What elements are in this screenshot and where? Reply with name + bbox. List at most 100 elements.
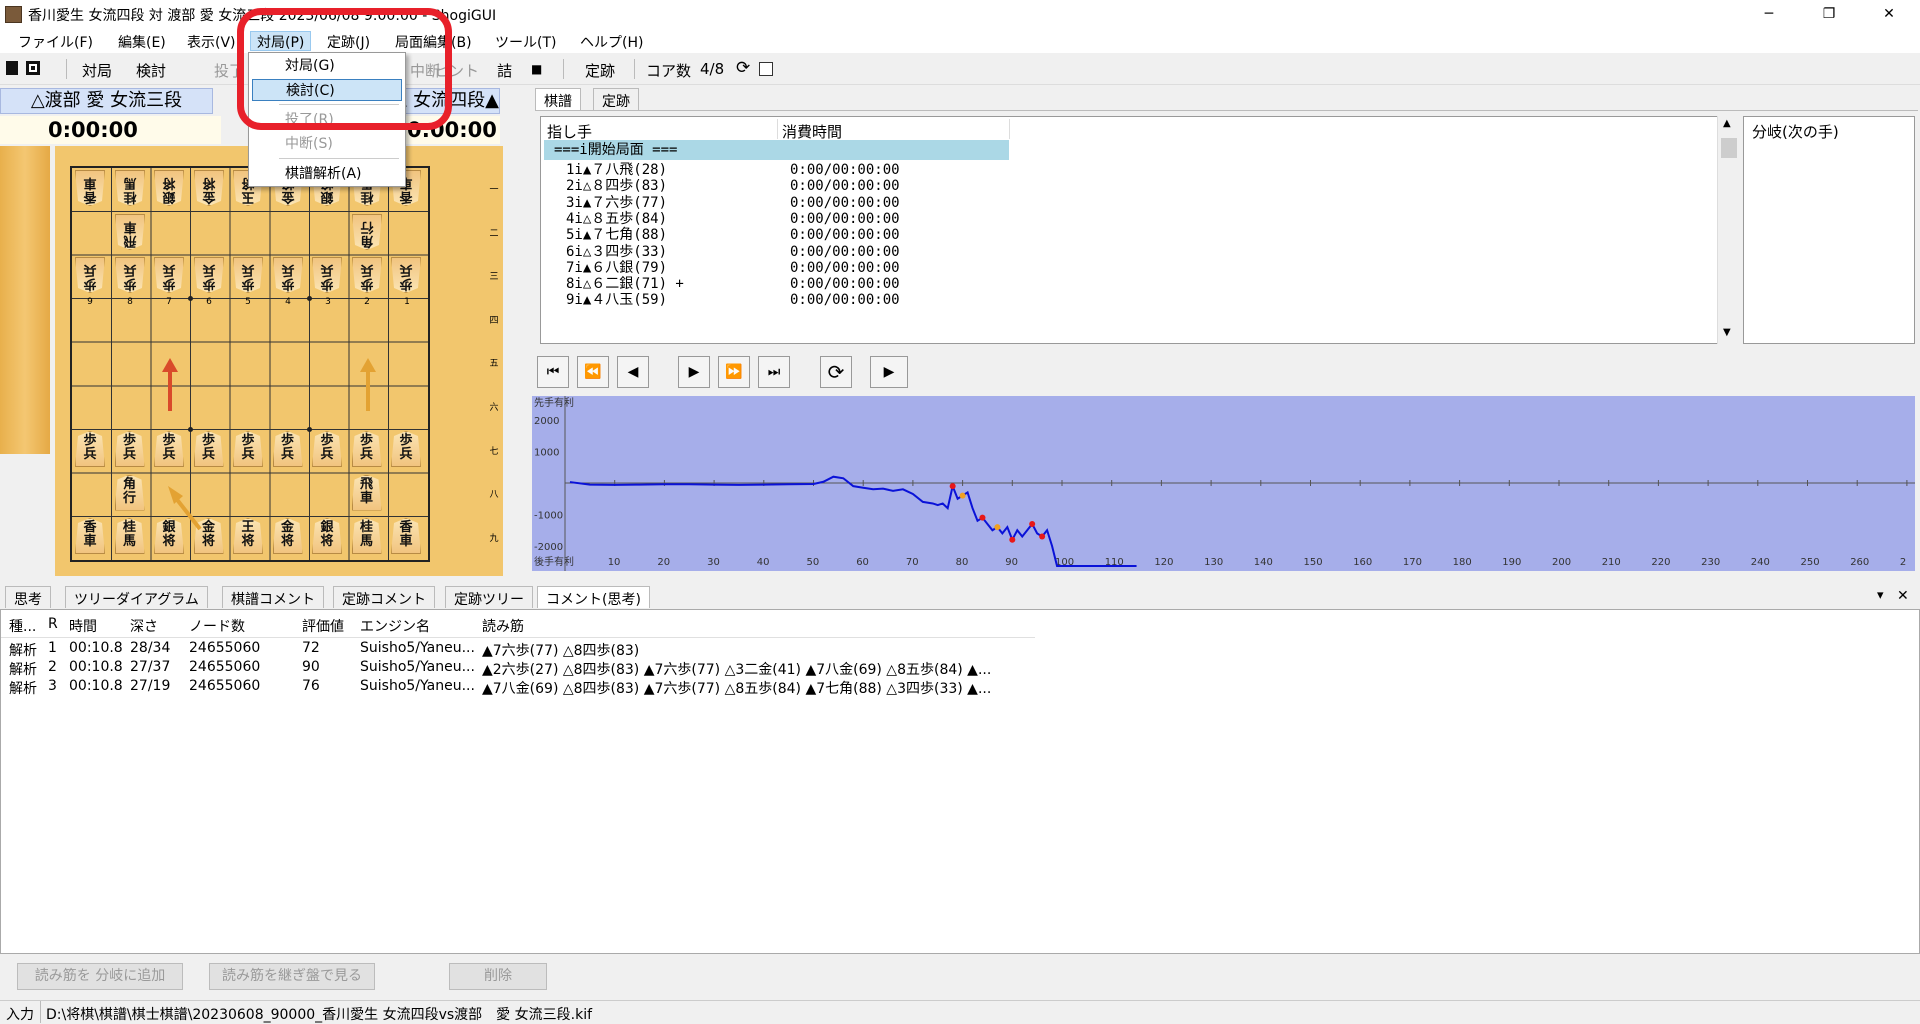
x-tick-label: 60 bbox=[856, 557, 869, 568]
menu-edit[interactable]: 編集(E) bbox=[116, 32, 168, 52]
cell-depth: 28/34 bbox=[130, 640, 171, 656]
menu-tools[interactable]: ツール(T) bbox=[493, 32, 558, 52]
menu-view[interactable]: 表示(V) bbox=[185, 32, 238, 52]
play-button[interactable]: ▶ bbox=[870, 356, 908, 388]
toolbar-stop-button[interactable]: ■ bbox=[531, 62, 542, 76]
toggle-checkbox[interactable] bbox=[759, 62, 773, 76]
header-engine[interactable]: エンジン名 bbox=[360, 616, 430, 636]
analysis-results: 種... R 時間 深さ ノード数 評価値 エンジン名 読み筋 解析 1 00:10… bbox=[0, 609, 1920, 954]
flip-board-button[interactable]: ⟳ bbox=[820, 356, 852, 388]
panel-dropdown-icon[interactable]: ▾ bbox=[1877, 588, 1884, 603]
menu-help[interactable]: ヘルプ(H) bbox=[578, 32, 645, 52]
column-header-move[interactable]: 指し手 bbox=[547, 121, 592, 142]
view-pv-on-board-button[interactable]: 読み筋を継ぎ盤で見る bbox=[209, 963, 375, 990]
cell-pv[interactable]: ▲7八金(69) △8四歩(83) ▲7六歩(77) △8五歩(84) ▲7七角… bbox=[482, 678, 991, 698]
close-button[interactable]: ✕ bbox=[1866, 0, 1912, 29]
tab-joseki-tree[interactable]: 定跡ツリー bbox=[445, 586, 533, 608]
header-time[interactable]: 時間 bbox=[69, 616, 97, 636]
menu-file[interactable]: ファイル(F) bbox=[16, 32, 95, 52]
cell-depth: 27/19 bbox=[130, 678, 171, 694]
panel-close-icon[interactable]: ✕ bbox=[1897, 588, 1909, 604]
y-tick-label: 1000 bbox=[534, 448, 559, 459]
cell-eval: 72 bbox=[302, 640, 320, 656]
tab-comment-thinking[interactable]: コメント(思考) bbox=[537, 586, 650, 608]
minimize-button[interactable]: ─ bbox=[1746, 0, 1792, 29]
menu-item-interrupt[interactable]: 中断(S) bbox=[252, 133, 402, 155]
prev-move-button[interactable]: ◀ bbox=[617, 356, 649, 388]
column-header-time[interactable]: 消費時間 bbox=[782, 121, 842, 142]
y-tick-label: -1000 bbox=[534, 511, 563, 522]
forward-ten-button[interactable]: ⏩ bbox=[718, 356, 750, 388]
x-tick-label: 250 bbox=[1801, 557, 1820, 568]
status-file-path: D:\将棋\棋譜\棋士棋譜\20230608_90000_香川愛生 女流四段vs… bbox=[46, 1007, 593, 1023]
cell-eval: 90 bbox=[302, 659, 320, 675]
scroll-up-icon[interactable]: ▲ bbox=[1723, 118, 1731, 129]
header-nodes[interactable]: ノード数 bbox=[189, 616, 245, 636]
header-type[interactable]: 種... bbox=[9, 616, 36, 636]
add-pv-to-branch-button[interactable]: 読み筋を 分岐に追加 bbox=[17, 963, 183, 990]
kifu-row-start[interactable]: ===i開始局面 === bbox=[544, 140, 1009, 160]
x-tick-label: 40 bbox=[757, 557, 770, 568]
eval-marker bbox=[959, 492, 966, 499]
eval-marker bbox=[1039, 533, 1046, 540]
next-move-button[interactable]: ▶ bbox=[678, 356, 710, 388]
x-tick-label: 230 bbox=[1701, 557, 1720, 568]
header-pv[interactable]: 読み筋 bbox=[482, 616, 524, 636]
x-tick-label: 90 bbox=[1005, 557, 1018, 568]
x-tick-label: 190 bbox=[1502, 557, 1521, 568]
x-tick-label: 130 bbox=[1204, 557, 1223, 568]
y-tick-label: -2000 bbox=[534, 542, 563, 553]
tab-tree-diagram[interactable]: ツリーダイアグラム bbox=[65, 586, 208, 608]
branch-panel: 分岐(次の手) bbox=[1743, 116, 1915, 344]
status-mode: 入力 bbox=[6, 1007, 34, 1023]
tab-joseki-comment[interactable]: 定跡コメント bbox=[333, 586, 435, 608]
toolbar-mate-button[interactable]: 詰 bbox=[497, 60, 512, 81]
evaluation-graph[interactable]: 10 20 30 40 50 60 70 80 90 100 110 120 130 140 150 160 1… bbox=[532, 396, 1915, 571]
toolbar-consider-button[interactable]: 検討 bbox=[136, 60, 166, 81]
header-eval[interactable]: 評価値 bbox=[302, 616, 344, 636]
x-tick-label: 260 bbox=[1850, 557, 1869, 568]
scroll-thumb[interactable] bbox=[1721, 138, 1737, 158]
cell-type: 解析 bbox=[9, 643, 37, 659]
gote-player-name: △渡部 愛 女流三段 bbox=[0, 88, 213, 114]
cell-depth: 27/37 bbox=[130, 659, 171, 675]
tab-kifu-comment[interactable]: 棋譜コメント bbox=[222, 586, 324, 608]
save-icon[interactable] bbox=[26, 61, 40, 75]
toolbar-joseki-button[interactable]: 定跡 bbox=[585, 60, 615, 81]
header-rank[interactable]: R bbox=[48, 616, 58, 632]
maximize-button[interactable]: ❐ bbox=[1806, 0, 1852, 29]
delete-button[interactable]: 削除 bbox=[449, 963, 547, 990]
cell-engine: Suisho5/Yaneu... bbox=[360, 659, 475, 675]
x-tick-label: 150 bbox=[1304, 557, 1323, 568]
cell-engine: Suisho5/Yaneu... bbox=[360, 640, 475, 656]
cell-pv[interactable]: ▲2六歩(27) △8四歩(83) ▲7六歩(77) △3二金(41) ▲7八金… bbox=[482, 659, 991, 679]
last-move-button[interactable]: ⏭ bbox=[758, 356, 790, 388]
kifu-time: 0:00/00:00:00 bbox=[790, 292, 900, 309]
kifu-scrollbar[interactable]: ▲ ▼ bbox=[1717, 116, 1740, 344]
status-bar: 入力 D:\将棋\棋譜\棋士棋譜\20230608_90000_香川愛生 女流四… bbox=[0, 1000, 1920, 1023]
scroll-down-icon[interactable]: ▼ bbox=[1723, 327, 1731, 338]
cell-engine: Suisho5/Yaneu... bbox=[360, 678, 475, 694]
first-move-button[interactable]: ⏮ bbox=[537, 356, 569, 388]
tab-kifu[interactable]: 棋譜 bbox=[535, 88, 581, 110]
header-depth[interactable]: 深さ bbox=[130, 616, 158, 636]
x-tick-label: 180 bbox=[1453, 557, 1472, 568]
cell-eval: 76 bbox=[302, 678, 320, 694]
refresh-icon[interactable]: ⟳ bbox=[736, 58, 750, 78]
gote-hand-stand bbox=[0, 146, 50, 454]
eval-marker bbox=[994, 524, 1001, 531]
menu-item-kifu-analysis[interactable]: 棋譜解析(A) bbox=[252, 163, 402, 185]
highlight-annotation bbox=[237, 8, 452, 130]
back-ten-button[interactable]: ⏪ bbox=[577, 356, 609, 388]
gote-clock: 0:00:00 bbox=[0, 116, 221, 144]
eval-marker bbox=[949, 483, 956, 490]
tab-thinking[interactable]: 思考 bbox=[5, 586, 51, 608]
tab-joseki[interactable]: 定跡 bbox=[593, 88, 639, 110]
cell-pv[interactable]: ▲7六歩(77) △8四歩(83) bbox=[482, 640, 639, 660]
sente-advantage-label: 先手有利 bbox=[534, 396, 574, 409]
gote-advantage-label: 後手有利 bbox=[534, 555, 574, 568]
x-tick-label: 210 bbox=[1602, 557, 1621, 568]
x-tick-label: 200 bbox=[1552, 557, 1571, 568]
toolbar-game-button[interactable]: 対局 bbox=[82, 60, 112, 81]
new-file-icon[interactable] bbox=[6, 61, 18, 75]
